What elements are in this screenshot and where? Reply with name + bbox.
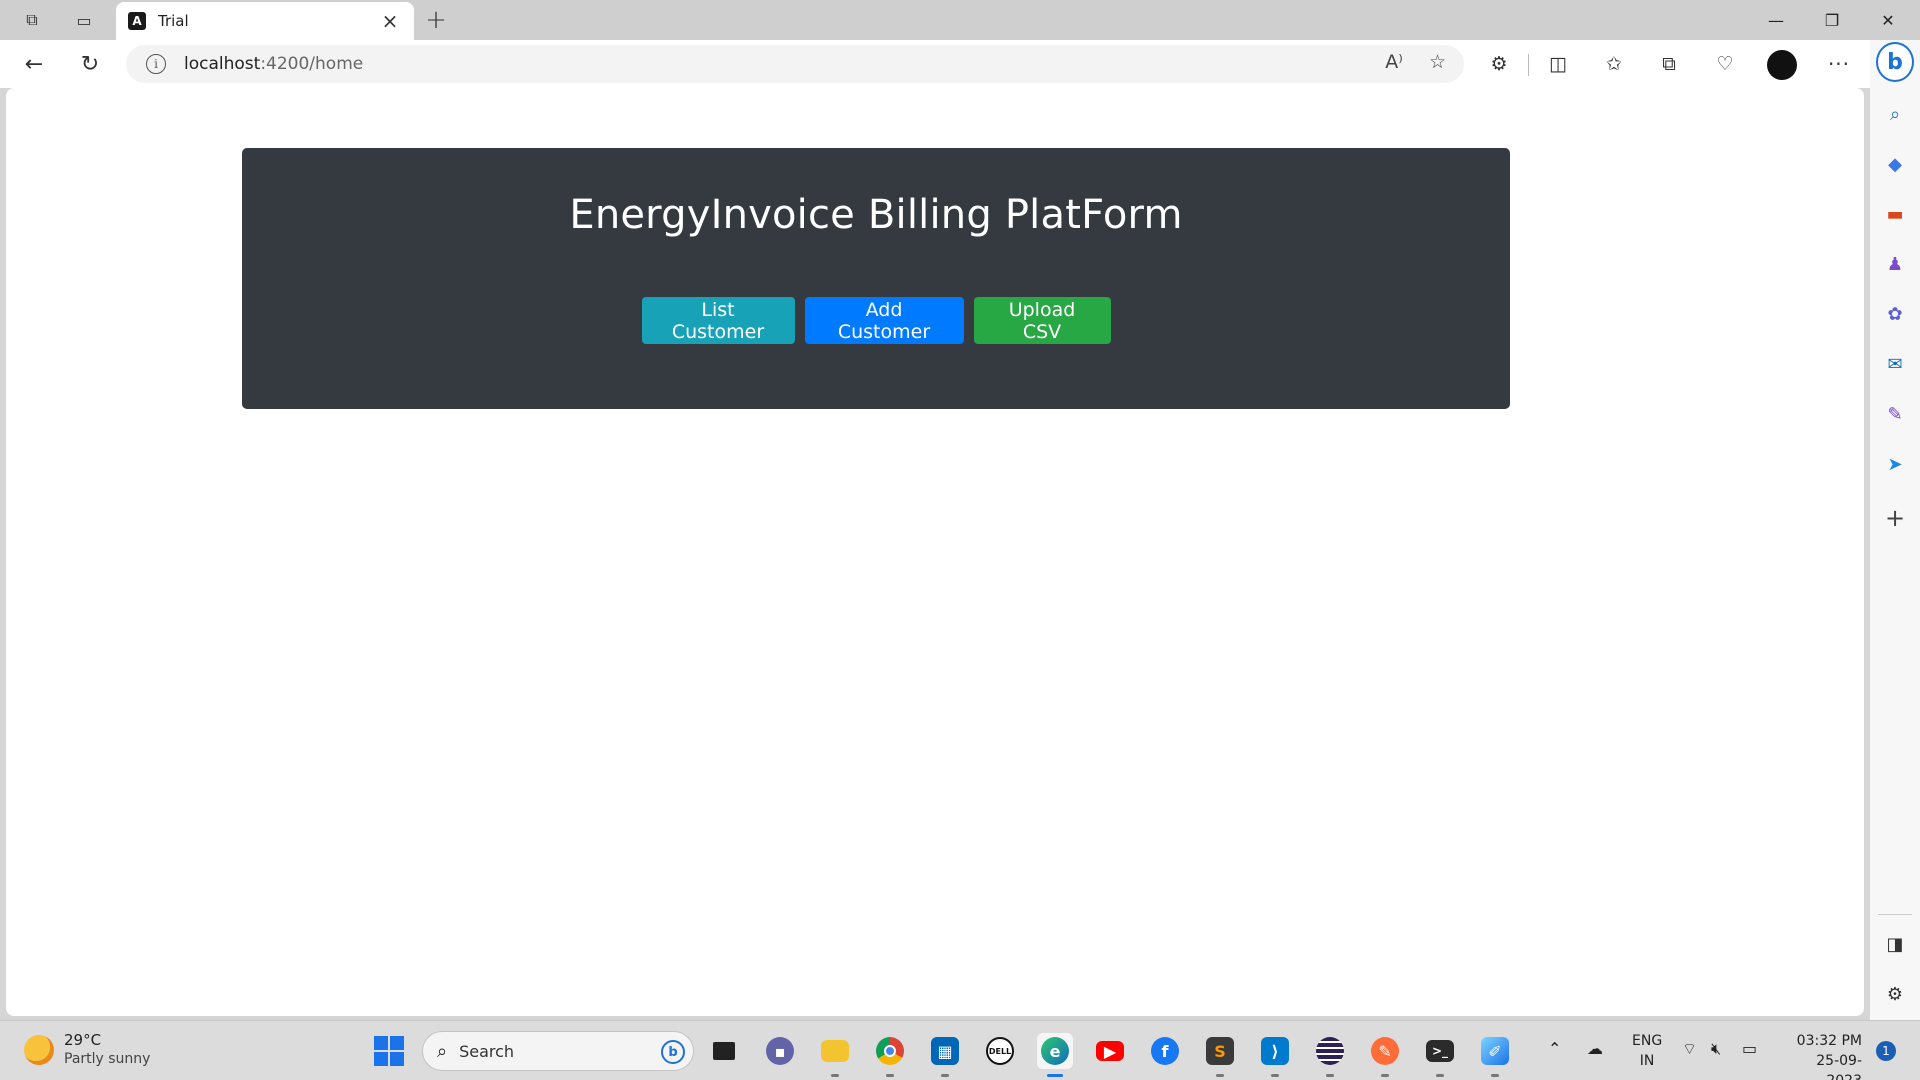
close-tab-icon[interactable]: × [378, 9, 402, 33]
toolbar-separator [1528, 54, 1529, 76]
collections-icon[interactable]: ⧉ [1654, 50, 1684, 78]
wifi-icon[interactable]: ⌔ [1682, 1039, 1697, 1059]
window-close-icon[interactable]: ✕ [1860, 6, 1916, 34]
read-aloud-icon[interactable]: A⁾ [1385, 51, 1403, 73]
eclipse-icon[interactable] [1312, 1033, 1348, 1077]
upload-csv-button[interactable]: Upload CSV [973, 297, 1111, 344]
shopping-tag-icon[interactable]: ◆ [1881, 150, 1909, 178]
url-text[interactable]: localhost:4200/home [184, 54, 363, 74]
hide-sidebar-icon[interactable]: ◨ [1881, 930, 1909, 958]
copilot-icon[interactable]: ✿ [1881, 300, 1909, 328]
store-icon[interactable]: ▦ [927, 1033, 963, 1077]
new-tab-icon[interactable]: + [420, 5, 452, 35]
postman-icon[interactable]: ✎ [1367, 1033, 1403, 1077]
angular-favicon-icon: A [128, 12, 146, 30]
teams-chat-icon[interactable]: ▪ [762, 1033, 798, 1069]
sidebar-separator [1878, 914, 1912, 915]
speaker-muted-icon[interactable]: 🔇︎ [1711, 1039, 1721, 1059]
site-info-icon[interactable]: i [146, 54, 166, 74]
split-screen-icon[interactable]: ◫ [1543, 50, 1573, 78]
start-windows-icon[interactable] [374, 1036, 404, 1066]
tab-title: Trial [158, 12, 189, 30]
youtube-icon[interactable]: ▶ [1092, 1033, 1128, 1069]
paint-icon[interactable]: ✐ [1477, 1033, 1513, 1077]
bing-chat-icon[interactable]: b [1876, 42, 1914, 82]
add-customer-button[interactable]: Add Customer [804, 297, 964, 344]
language-indicator[interactable]: ENG IN [1632, 1031, 1662, 1071]
sublime-text-icon[interactable]: S [1202, 1033, 1238, 1077]
sidebar-search-icon[interactable]: ⌕ [1881, 100, 1909, 128]
file-explorer-icon[interactable] [817, 1033, 853, 1077]
edge-icon[interactable]: e [1037, 1033, 1073, 1077]
search-bing-icon[interactable]: b [661, 1040, 685, 1064]
workspaces-icon[interactable]: ⧉ [16, 6, 48, 34]
chrome-icon[interactable] [872, 1033, 908, 1077]
list-customer-button[interactable]: List Customer [641, 297, 795, 344]
vscode-icon[interactable]: ⟩ [1257, 1033, 1293, 1077]
drop-notes-icon[interactable]: ✎ [1881, 400, 1909, 428]
tab-strip: ⧉ ▭ A Trial × + — ❐ ✕ [0, 0, 1920, 40]
minimize-icon[interactable]: — [1748, 6, 1804, 34]
tools-briefcase-icon[interactable]: ▬ [1881, 200, 1909, 228]
favorites-icon[interactable]: ✩ [1599, 50, 1629, 78]
outlook-icon[interactable]: ✉ [1881, 350, 1909, 378]
extensions-icon[interactable]: ⚙ [1484, 50, 1514, 78]
back-icon[interactable]: ← [16, 48, 52, 80]
search-icon: ⌕ [437, 1040, 448, 1062]
battery-icon[interactable]: ▭ [1742, 1039, 1757, 1058]
browser-toolbar: ← ↻ i localhost:4200/home A⁾ ☆ ⚙ ◫ ✩ ⧉ ♡… [0, 40, 1870, 88]
weather-sun-icon[interactable] [24, 1035, 54, 1065]
windows-taskbar: 29°C Partly sunny ⌕ Search b ▪ ▦ DELL e … [0, 1020, 1920, 1080]
tab-trial[interactable]: A Trial × [116, 2, 414, 40]
search-placeholder: Search [459, 1041, 515, 1061]
browser-essentials-icon[interactable]: ♡ [1710, 50, 1740, 78]
more-options-icon[interactable]: ··· [1824, 50, 1854, 78]
tab-actions-icon[interactable]: ▭ [68, 6, 100, 34]
sidebar-settings-icon[interactable]: ⚙ [1881, 980, 1909, 1008]
favorite-star-icon[interactable]: ☆ [1429, 51, 1446, 73]
taskbar-search[interactable]: ⌕ Search b [422, 1031, 694, 1071]
header-jumbotron: EnergyInvoice Billing PlatForm List Cust… [242, 148, 1510, 409]
notification-badge[interactable]: 1 [1876, 1041, 1896, 1061]
profile-avatar[interactable] [1767, 50, 1797, 80]
action-buttons: List Customer Add Customer Upload CSV [242, 297, 1510, 344]
weather-desc[interactable]: Partly sunny [64, 1051, 150, 1067]
refresh-icon[interactable]: ↻ [72, 48, 108, 80]
weather-temp[interactable]: 29°C [64, 1031, 101, 1049]
edge-sidebar: b ⌕ ◆ ▬ ♟ ✿ ✉ ✎ ➤ + ◨ ⚙ [1870, 40, 1920, 1020]
task-view-icon[interactable] [706, 1033, 742, 1069]
dell-icon[interactable]: DELL [982, 1033, 1018, 1069]
terminal-icon[interactable]: >_ [1422, 1033, 1458, 1077]
facebook-icon[interactable]: f [1147, 1033, 1183, 1069]
address-bar[interactable]: i localhost:4200/home A⁾ ☆ [126, 45, 1464, 83]
restore-icon[interactable]: ❐ [1804, 6, 1860, 34]
show-hidden-icons-icon[interactable]: ⌃ [1548, 1039, 1561, 1058]
taskbar-clock[interactable]: 03:32 PM 25-09-2023 [1782, 1031, 1862, 1080]
page-title: EnergyInvoice Billing PlatForm [569, 192, 1183, 238]
send-icon[interactable]: ➤ [1881, 450, 1909, 478]
onedrive-cloud-icon[interactable]: ☁ [1587, 1039, 1603, 1058]
add-sidebar-app-icon[interactable]: + [1881, 504, 1909, 532]
page-viewport: EnergyInvoice Billing PlatForm List Cust… [6, 88, 1864, 1016]
games-icon[interactable]: ♟ [1881, 250, 1909, 278]
